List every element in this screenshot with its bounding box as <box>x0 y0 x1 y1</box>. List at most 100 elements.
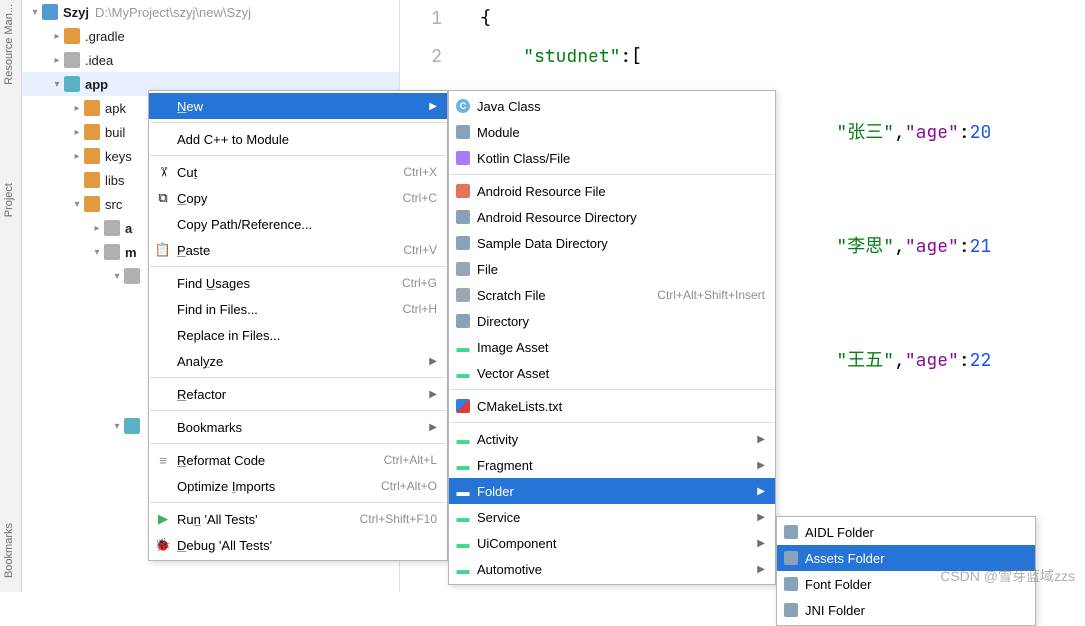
folderf-icon <box>783 576 799 592</box>
chevron-down-icon[interactable]: ▾ <box>28 7 42 18</box>
menu-item-bookmarks[interactable]: Bookmarks▶ <box>149 414 447 440</box>
menu-item-android-resource-file[interactable]: Android Resource File <box>449 178 775 204</box>
chevron-right-icon: ▶ <box>429 356 437 367</box>
menu-label: Copy <box>177 191 403 206</box>
bug-icon: 🐞 <box>155 537 171 553</box>
folderf-icon <box>783 602 799 618</box>
submenu-new[interactable]: CJava ClassModule Kotlin Class/File Androi… <box>448 90 776 585</box>
tab-bookmarks[interactable]: Bookmarks <box>0 519 18 582</box>
menu-item-cmakelists-txt[interactable]: CMakeLists.txt <box>449 393 775 419</box>
menu-item-image-asset[interactable]: ▬Image Asset <box>449 334 775 360</box>
menu-label: Image Asset <box>477 340 765 355</box>
menu-item-paste[interactable]: 📋PasteCtrl+V <box>149 237 447 263</box>
folder-icon <box>455 235 471 251</box>
menu-item-directory[interactable]: Directory <box>449 308 775 334</box>
menu-item-refactor[interactable]: Refactor▶ <box>149 381 447 407</box>
menu-item-automotive[interactable]: ▬Automotive▶ <box>449 556 775 582</box>
menu-item-run-all-tests-[interactable]: ▶Run 'All Tests'Ctrl+Shift+F10 <box>149 506 447 532</box>
folder-icon <box>84 148 100 164</box>
tree-item-idea[interactable]: ▸ .idea <box>22 48 399 72</box>
menu-label: Android Resource Directory <box>477 210 765 225</box>
android-icon: ▬ <box>455 483 471 499</box>
folder-icon <box>455 313 471 329</box>
menu-label: AIDL Folder <box>805 525 1025 540</box>
chevron-right-icon: ▶ <box>429 389 437 400</box>
menu-label: Find in Files... <box>177 302 403 317</box>
java-icon: C <box>455 98 471 114</box>
chevron-right-icon: ▶ <box>757 538 765 549</box>
menu-label: CMakeLists.txt <box>477 399 765 414</box>
shortcut: Ctrl+Alt+L <box>384 453 437 467</box>
menu-item-find-in-files-[interactable]: Find in Files...Ctrl+H <box>149 296 447 322</box>
menu-item-java-class[interactable]: CJava Class <box>449 93 775 119</box>
menu-item-new[interactable]: New▶ <box>149 93 447 119</box>
toolwindow-tabs: Resource Man... Project Bookmarks <box>0 0 22 592</box>
menu-item-uicomponent[interactable]: ▬UiComponent▶ <box>449 530 775 556</box>
menu-item-service[interactable]: ▬Service▶ <box>449 504 775 530</box>
android-icon: ▬ <box>455 431 471 447</box>
menu-label: Refactor <box>177 387 429 402</box>
chevron-right-icon: ▶ <box>757 564 765 575</box>
chevron-right-icon: ▶ <box>757 460 765 471</box>
android-icon: ▬ <box>455 535 471 551</box>
menu-item-kotlin-class-file[interactable]: Kotlin Class/File <box>449 145 775 171</box>
file-icon <box>455 261 471 277</box>
chevron-right-icon: ▶ <box>757 486 765 497</box>
context-menu[interactable]: New▶Add C++ to Module✂CutCtrl+X⧉CopyCtrl… <box>148 90 448 561</box>
watermark: CSDN @雪芽蓝域zzs <box>940 566 1075 586</box>
menu-item-add-c-to-module[interactable]: Add C++ to Module <box>149 126 447 152</box>
copy-icon: ⧉ <box>155 190 171 206</box>
folder-icon <box>84 196 100 212</box>
menu-item-cut[interactable]: ✂CutCtrl+X <box>149 159 447 185</box>
menu-item-fragment[interactable]: ▬Fragment▶ <box>449 452 775 478</box>
menu-item-folder[interactable]: ▬ Folder▶ <box>449 478 775 504</box>
menu-separator <box>450 174 774 175</box>
menu-item-file[interactable]: File <box>449 256 775 282</box>
reformat-icon: ≡ <box>155 452 171 468</box>
menu-label: New <box>177 99 429 114</box>
menu-item-analyze[interactable]: Analyze▶ <box>149 348 447 374</box>
menu-item-jni-folder[interactable]: JNI Folder <box>777 597 1035 623</box>
menu-label: Scratch File <box>477 288 657 303</box>
menu-item-activity[interactable]: ▬Activity▶ <box>449 426 775 452</box>
menu-label: Bookmarks <box>177 420 429 435</box>
tab-resource-manager[interactable]: Resource Man... <box>0 0 18 89</box>
menu-label: Run 'All Tests' <box>177 512 360 527</box>
android-icon: ▬ <box>455 509 471 525</box>
menu-separator <box>150 155 446 156</box>
android-icon: ▬ <box>455 365 471 381</box>
menu-item-module[interactable]: Module <box>449 119 775 145</box>
folder-icon <box>104 244 120 260</box>
menu-item-copy-path-reference-[interactable]: Copy Path/Reference... <box>149 211 447 237</box>
tree-root[interactable]: ▾ Szyj D:\MyProject\szyj\new\Szyj <box>22 0 399 24</box>
cmake-icon <box>455 398 471 414</box>
menu-item-debug-all-tests-[interactable]: 🐞Debug 'All Tests' <box>149 532 447 558</box>
menu-item-aidl-folder[interactable]: AIDL Folder <box>777 519 1035 545</box>
chevron-right-icon: ▶ <box>429 101 437 112</box>
tree-item-gradle[interactable]: ▸ .gradle <box>22 24 399 48</box>
menu-item-vector-asset[interactable]: ▬Vector Asset <box>449 360 775 386</box>
folder-icon <box>124 268 140 284</box>
menu-separator <box>150 410 446 411</box>
menu-item-sample-data-directory[interactable]: Sample Data Directory <box>449 230 775 256</box>
shortcut: Ctrl+H <box>403 302 437 316</box>
tab-project[interactable]: Project <box>0 179 18 221</box>
menu-item-copy[interactable]: ⧉CopyCtrl+C <box>149 185 447 211</box>
menu-item-android-resource-directory[interactable]: Android Resource Directory <box>449 204 775 230</box>
menu-label: Folder <box>477 484 757 499</box>
menu-item-reformat-code[interactable]: ≡Reformat CodeCtrl+Alt+L <box>149 447 447 473</box>
menu-label: Paste <box>177 243 403 258</box>
menu-label: Sample Data Directory <box>477 236 765 251</box>
shortcut: Ctrl+X <box>403 165 437 179</box>
project-icon <box>42 4 58 20</box>
menu-item-replace-in-files-[interactable]: Replace in Files... <box>149 322 447 348</box>
menu-item-find-usages[interactable]: Find UsagesCtrl+G <box>149 270 447 296</box>
chevron-right-icon[interactable]: ▸ <box>50 55 64 66</box>
chevron-down-icon[interactable]: ▾ <box>50 79 64 90</box>
menu-item-optimize-imports[interactable]: Optimize ImportsCtrl+Alt+O <box>149 473 447 499</box>
menu-label: Service <box>477 510 757 525</box>
menu-item-scratch-file[interactable]: Scratch FileCtrl+Alt+Shift+Insert <box>449 282 775 308</box>
menu-label: Kotlin Class/File <box>477 151 765 166</box>
chevron-right-icon[interactable]: ▸ <box>50 31 64 42</box>
menu-label: Assets Folder <box>805 551 1025 566</box>
